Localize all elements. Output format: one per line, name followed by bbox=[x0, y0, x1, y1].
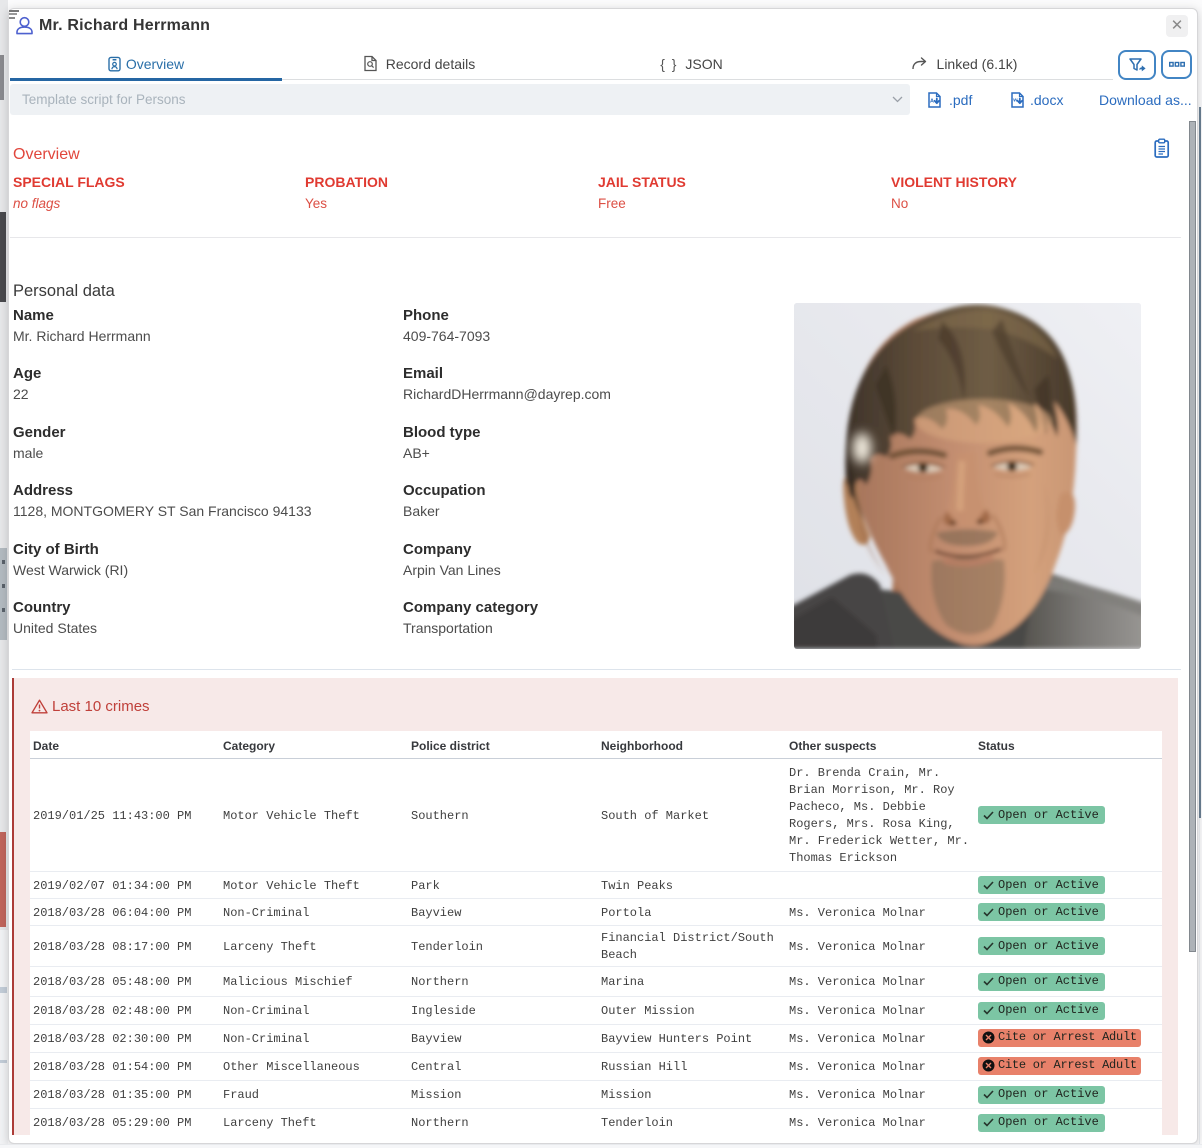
svg-text:A: A bbox=[930, 99, 934, 105]
